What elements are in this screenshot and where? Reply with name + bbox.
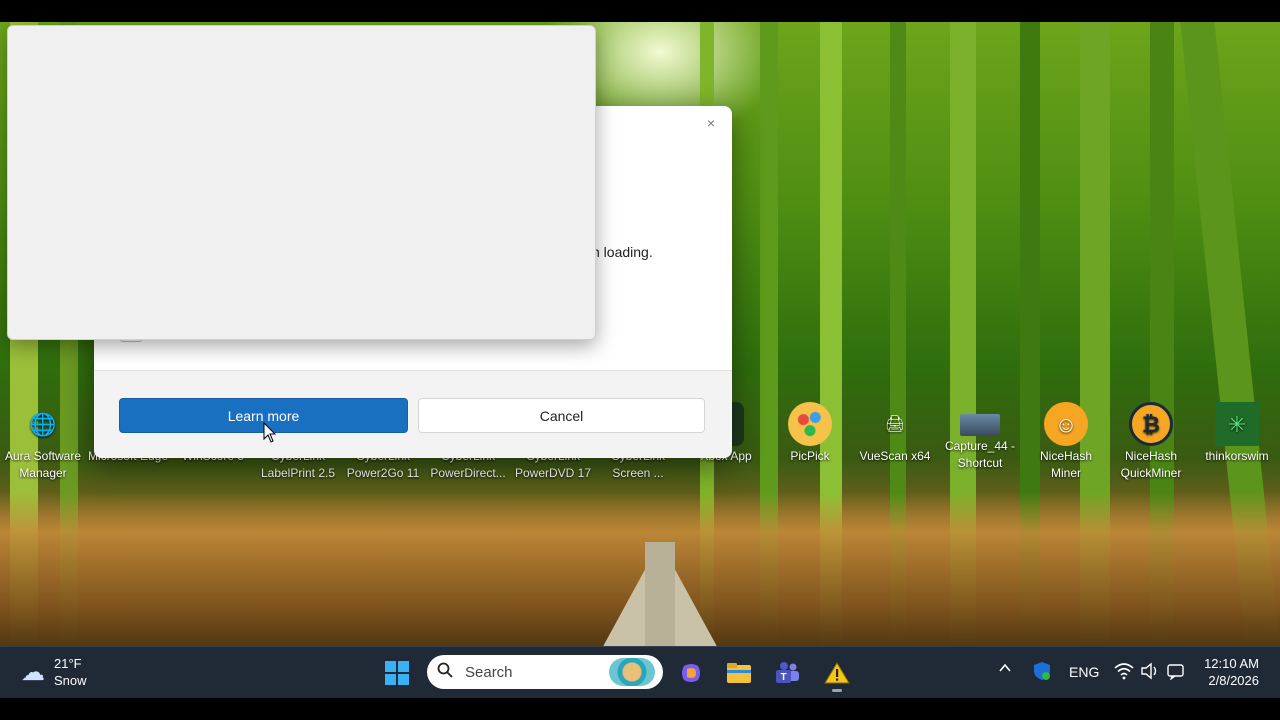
clock-date: 2/8/2026 xyxy=(1208,673,1259,688)
blank-popup-window xyxy=(7,25,596,340)
letterbox-bottom xyxy=(0,698,1280,720)
taskbar-search-box[interactable]: Search xyxy=(427,655,663,689)
weather-widget[interactable]: ☁ 21°F Snow xyxy=(18,655,87,689)
start-button[interactable] xyxy=(381,657,413,689)
desktop-icon-thinkorswim[interactable]: ✳ thinkorswim xyxy=(1195,402,1279,465)
file-explorer-icon[interactable] xyxy=(723,657,755,689)
copilot-icon[interactable] xyxy=(675,657,707,689)
language-indicator[interactable]: ENG xyxy=(1069,664,1099,680)
weather-temperature: 21°F xyxy=(54,656,82,671)
security-shield-icon[interactable] xyxy=(1032,661,1052,684)
snow-cloud-icon: ☁ xyxy=(21,658,45,686)
scanner-icon: 🖨 xyxy=(884,415,906,433)
mouse-cursor-icon xyxy=(263,422,277,443)
volume-icon[interactable] xyxy=(1140,662,1160,683)
windows-icon xyxy=(385,661,409,685)
desktop-icon-capture-44[interactable]: Capture_44 - Shortcut xyxy=(938,402,1022,472)
nicehash-icon: ☺ xyxy=(1044,402,1088,446)
desktop-icon-nicehash-miner[interactable]: ☺ NiceHash Miner xyxy=(1024,402,1108,482)
desktop-icon-nicehash-quickminer[interactable]: ₿ NiceHash QuickMiner xyxy=(1109,402,1193,482)
show-hidden-icons-chevron-icon[interactable] xyxy=(998,661,1012,678)
letterbox-top xyxy=(0,0,1280,22)
nicehash-quickminer-icon: ₿ xyxy=(1129,402,1173,446)
globe-icon: 🌐 xyxy=(29,411,57,437)
palette-icon xyxy=(788,402,832,446)
battery-chat-icon[interactable] xyxy=(1166,662,1186,683)
weather-description: Snow xyxy=(54,673,87,688)
teams-icon[interactable]: T xyxy=(771,657,803,689)
thinkorswim-icon: ✳ xyxy=(1215,402,1259,446)
search-icon xyxy=(437,662,457,683)
running-indicator xyxy=(832,689,842,692)
close-icon[interactable]: × xyxy=(700,112,722,134)
svg-text:T: T xyxy=(780,672,786,683)
cancel-button[interactable]: Cancel xyxy=(418,398,705,433)
system-clock[interactable]: 12:10 AM 2/8/2026 xyxy=(1195,655,1259,689)
wifi-icon[interactable] xyxy=(1114,662,1134,683)
wallpaper-path xyxy=(645,542,675,646)
warning-icon[interactable] xyxy=(821,657,853,689)
clock-time: 12:10 AM xyxy=(1204,656,1259,671)
video-icon xyxy=(960,414,1000,436)
search-highlight-art-icon xyxy=(609,658,655,686)
desktop-icon-picpick[interactable]: PicPick xyxy=(768,402,852,465)
desktop-icon-vuescan[interactable]: 🖨 VueScan x64 xyxy=(853,402,937,465)
search-placeholder: Search xyxy=(465,663,513,681)
desktop-icon-aura-software-manager[interactable]: 🌐 Aura Software Manager xyxy=(1,402,85,482)
taskbar: ☁ 21°F Snow Search T ENG 12:10 AM 2/8/20… xyxy=(0,646,1280,698)
